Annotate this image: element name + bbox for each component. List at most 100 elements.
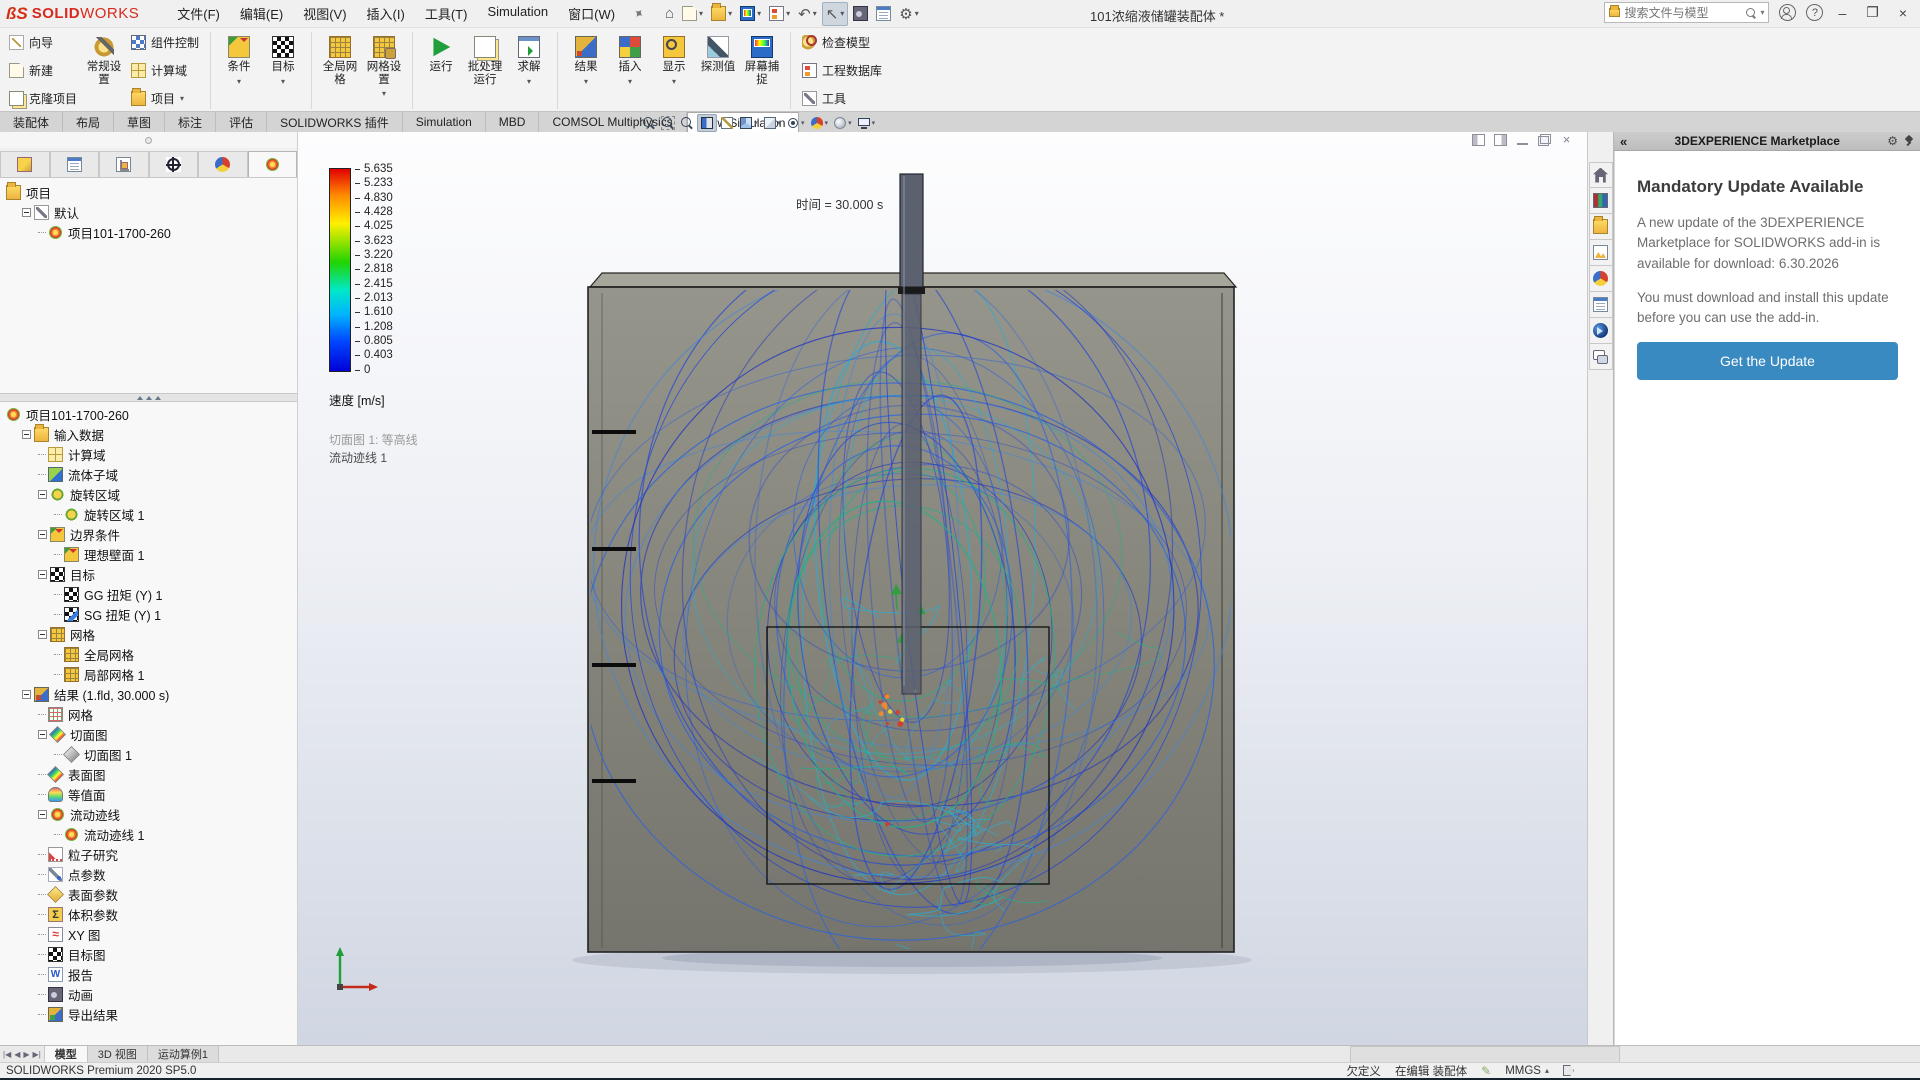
tree-item-边界条件[interactable]: 边界条件 (2, 524, 295, 544)
tab-prev-icon[interactable]: ◀ (14, 1050, 20, 1059)
rebuild-traffic-light-icon[interactable] (850, 4, 871, 23)
pin-menu-icon[interactable]: ✦ (629, 4, 648, 23)
doc-restore-icon[interactable] (1538, 134, 1551, 146)
tree-item-粒子研究[interactable]: 粒子研究 (2, 844, 295, 864)
tab-last-icon[interactable]: ▶| (33, 1050, 41, 1059)
taskpane-library-icon[interactable] (1588, 188, 1613, 214)
result-legend[interactable]: 5.635 5.233 4.830 4.428 4.025 3.623 3.220 2.818… (329, 163, 418, 466)
dropdown-caret-icon[interactable]: ▾ (757, 9, 761, 18)
ribbon-button-全局网格[interactable]: 全局网格 (318, 30, 362, 111)
dropdown-caret-icon[interactable]: ▾ (813, 9, 817, 18)
tree-item-计算域[interactable]: 计算域 (2, 444, 295, 464)
taskpane-view-palette-icon[interactable] (1588, 240, 1613, 266)
previous-view-icon[interactable] (678, 115, 696, 131)
dropdown-caret-icon[interactable]: ▾ (281, 76, 285, 89)
ribbon-button-计算域[interactable]: 计算域 (128, 61, 202, 80)
status-units[interactable]: MMGS (1505, 1065, 1541, 1077)
ribbon-button-目标[interactable]: 目标 ▾ (261, 30, 305, 111)
ribbon-button-项目[interactable]: 项目 ▾ (128, 88, 202, 108)
help-icon[interactable]: ? (1806, 4, 1824, 21)
dropdown-caret-icon[interactable]: ▾ (180, 94, 184, 103)
flow-simulation-tab[interactable] (247, 151, 297, 177)
model-tab-3d-视图[interactable]: 3D 视图 (87, 1046, 148, 1062)
panel-pin-icon[interactable] (1904, 136, 1914, 146)
ribbon-button-向导[interactable]: 向导 (6, 33, 80, 52)
edit-appearance-icon[interactable]: ▾ (808, 115, 831, 131)
taskpane-appearances-icon[interactable] (1588, 266, 1613, 292)
tree-item-目标[interactable]: 目标 (2, 564, 295, 584)
ribbon-button-批处理运行[interactable]: 批处理运行 (463, 30, 507, 111)
cut-plot-annotation[interactable]: 切面图 1: 等高线 (329, 431, 418, 448)
tree-item-局部网格-1[interactable]: 局部网格 1 (2, 664, 295, 684)
tree-item-项目101-1700-260[interactable]: 项目101-1700-260 (2, 404, 295, 424)
tree-item-gg-扭矩-y-1[interactable]: GG 扭矩 (Y) 1 (2, 584, 295, 604)
tab-next-icon[interactable]: ▶ (23, 1050, 29, 1059)
taskpane-threedexp-icon[interactable] (1588, 318, 1613, 344)
display-style-icon[interactable]: ▾ (761, 115, 784, 131)
tree-item-理想壁面-1[interactable]: 理想壁面 1 (2, 544, 295, 564)
tree-item-表面图[interactable]: 表面图 (2, 764, 295, 784)
tree-item-切面图[interactable]: 切面图 (2, 724, 295, 744)
search-dropdown-icon[interactable]: ▾ (1760, 8, 1764, 17)
open-icon[interactable]: ▾ (708, 3, 735, 23)
displaymanager-tab[interactable] (198, 151, 248, 177)
get-the-update-button[interactable]: Get the Update (1637, 342, 1898, 381)
undo-icon[interactable]: ↶ ▾ (795, 3, 820, 25)
tab-mbd[interactable]: MBD (486, 112, 540, 132)
menu-工具-t[interactable]: 工具(T) (415, 0, 478, 27)
tree-item-网格[interactable]: 网格 (2, 624, 295, 644)
tree-item-表面参数[interactable]: 表面参数 (2, 884, 295, 904)
tab-布局[interactable]: 布局 (63, 112, 115, 132)
taskpane-folder-icon[interactable] (1588, 214, 1613, 240)
ribbon-button-条件[interactable]: 条件 ▾ (217, 30, 261, 111)
dropdown-caret-icon[interactable]: ▾ (237, 76, 241, 89)
tree-item-目标图[interactable]: 目标图 (2, 944, 295, 964)
search-box[interactable]: ▾ (1604, 2, 1770, 23)
model-tab-运动算例1[interactable]: 运动算例1 (147, 1046, 220, 1062)
ribbon-button-探测值[interactable]: 探测值 (696, 30, 740, 111)
dropdown-caret-icon[interactable]: ▾ (915, 9, 919, 18)
tree-item-流动迹线-1[interactable]: 流动迹线 1 (2, 824, 295, 844)
taskpane-properties-icon[interactable] (1588, 292, 1613, 318)
window-close-button[interactable]: × (1894, 5, 1912, 21)
new-document-icon[interactable]: ▾ (679, 4, 706, 23)
tree-item-网格[interactable]: 网格 (2, 704, 295, 724)
dropdown-caret-icon[interactable]: ▾ (699, 9, 703, 18)
panel-splitter[interactable] (0, 393, 297, 402)
tree-item-项目[interactable]: 项目 (2, 181, 295, 202)
dropdown-caret-icon[interactable]: ▾ (778, 119, 782, 127)
tree-item-xy-图[interactable]: XY 图 (2, 924, 295, 944)
tree-expander-icon[interactable] (22, 207, 31, 217)
flow-trajectories-annotation[interactable]: 流动迹线 1 (329, 449, 418, 466)
window-minimize-button[interactable]: – (1833, 5, 1851, 21)
tree-expander-icon[interactable] (38, 489, 47, 499)
panel-settings-gear-icon[interactable]: ⚙ (1887, 134, 1898, 148)
dropdown-caret-icon[interactable]: ▾ (672, 76, 676, 89)
tab-标注[interactable]: 标注 (165, 112, 217, 132)
dropdown-caret-icon[interactable]: ▾ (848, 119, 852, 127)
menu-视图-v[interactable]: 视图(V) (293, 0, 356, 27)
tree-item-体积参数[interactable]: 体积参数 (2, 904, 295, 924)
ribbon-button-显示[interactable]: 显示 ▾ (652, 30, 696, 111)
tree-item-切面图-1[interactable]: 切面图 1 (2, 744, 295, 764)
ribbon-button-组件控制[interactable]: 组件控制 (128, 33, 202, 52)
tree-expander-icon[interactable] (38, 809, 47, 819)
dropdown-caret-icon[interactable]: ▾ (754, 119, 758, 127)
doc-close-icon[interactable]: × (1560, 133, 1573, 146)
tree-item-动画[interactable]: 动画 (2, 984, 295, 1004)
ribbon-button-运行[interactable]: 运行 (419, 30, 463, 111)
doc-minimize-icon[interactable] (1516, 134, 1529, 146)
apply-scene-icon[interactable]: ▾ (831, 115, 854, 131)
tab-first-icon[interactable]: |◀ (3, 1050, 11, 1059)
ribbon-button-屏幕捕捉[interactable]: 屏幕捕捉 (740, 30, 784, 111)
dropdown-caret-icon[interactable]: ▾ (825, 119, 829, 127)
dropdown-caret-icon[interactable]: ▾ (628, 76, 632, 89)
tree-item-报告[interactable]: 报告 (2, 964, 295, 984)
tab-评估[interactable]: 评估 (216, 112, 268, 132)
tree-expander-icon[interactable] (22, 689, 31, 699)
window-restore-button[interactable]: ❐ (1861, 4, 1884, 21)
tree-item-sg-扭矩-y-1[interactable]: SG 扭矩 (Y) 1 (2, 604, 295, 624)
3d-drawing-view-icon[interactable] (718, 115, 736, 131)
ribbon-button-常规设置[interactable]: 常规设置 (82, 30, 126, 111)
zoom-fit-icon[interactable] (640, 115, 658, 131)
